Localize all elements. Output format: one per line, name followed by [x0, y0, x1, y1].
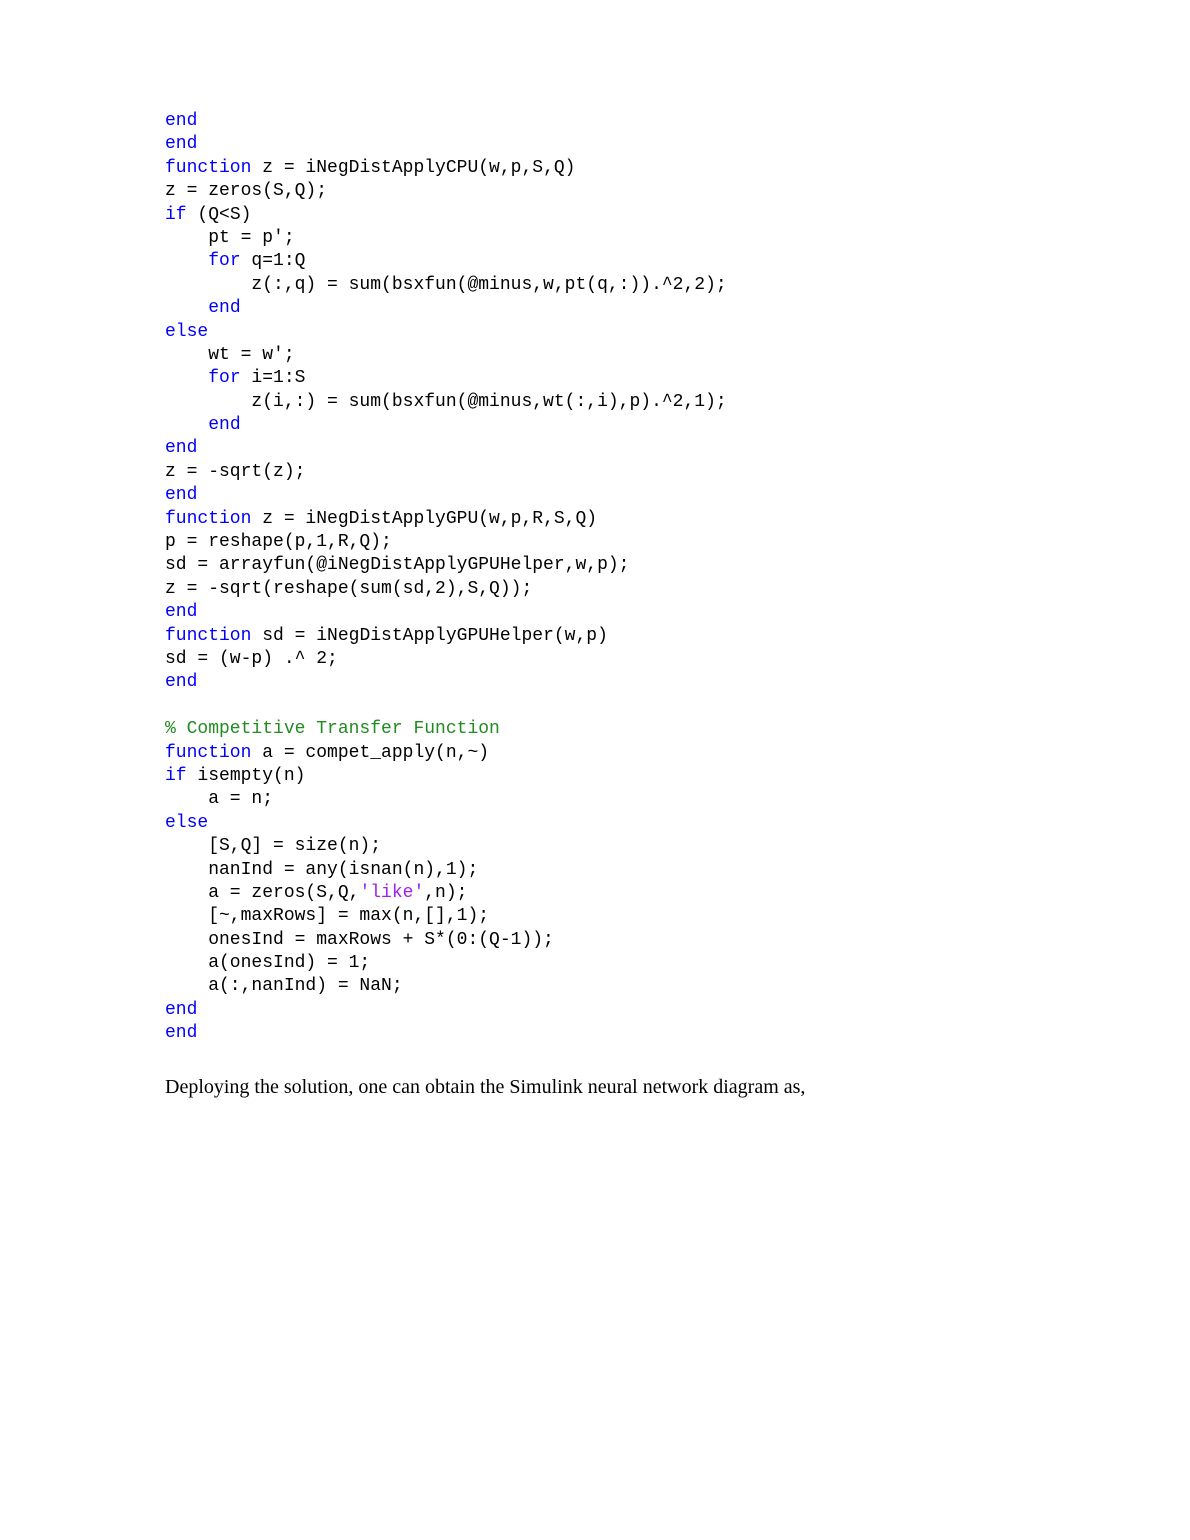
- code-line: end: [165, 999, 1025, 1022]
- code-line: % Competitive Transfer Function: [165, 718, 1025, 741]
- code-token: isempty(n): [187, 766, 306, 786]
- code-line: if (Q<S): [165, 204, 1025, 227]
- code-line: z(:,q) = sum(bsxfun(@minus,w,pt(q,:)).^2…: [165, 274, 1025, 297]
- keyword-token: if: [165, 766, 187, 786]
- code-token: a = n;: [165, 789, 273, 809]
- code-token: a = zeros(S,Q,: [165, 883, 359, 903]
- code-line: else: [165, 812, 1025, 835]
- code-token: i=1:S: [241, 368, 306, 388]
- string-token: 'like': [359, 883, 424, 903]
- keyword-token: function: [165, 743, 251, 763]
- code-token: q=1:Q: [241, 251, 306, 271]
- code-line: [S,Q] = size(n);: [165, 835, 1025, 858]
- keyword-token: end: [165, 485, 197, 505]
- code-token: z(i,:) = sum(bsxfun(@minus,wt(:,i),p).^2…: [165, 392, 727, 412]
- keyword-token: end: [165, 672, 197, 692]
- keyword-token: end: [165, 111, 197, 131]
- code-line: end: [165, 671, 1025, 694]
- code-line: function a = compet_apply(n,~): [165, 742, 1025, 765]
- keyword-token: function: [165, 509, 251, 529]
- code-token: wt = w';: [165, 345, 295, 365]
- code-token: nanInd = any(isnan(n),1);: [165, 860, 478, 880]
- code-line: p = reshape(p,1,R,Q);: [165, 531, 1025, 554]
- keyword-token: end: [165, 438, 197, 458]
- keyword-token: end: [165, 602, 197, 622]
- code-line: onesInd = maxRows + S*(0:(Q-1));: [165, 929, 1025, 952]
- code-line: z(i,:) = sum(bsxfun(@minus,wt(:,i),p).^2…: [165, 391, 1025, 414]
- keyword-token: if: [165, 205, 187, 225]
- code-token: onesInd = maxRows + S*(0:(Q-1));: [165, 930, 554, 950]
- code-line: [~,maxRows] = max(n,[],1);: [165, 905, 1025, 928]
- keyword-token: end: [165, 1023, 197, 1043]
- code-line: nanInd = any(isnan(n),1);: [165, 859, 1025, 882]
- code-block: endendfunction z = iNegDistApplyCPU(w,p,…: [165, 110, 1025, 1046]
- code-token: p = reshape(p,1,R,Q);: [165, 532, 392, 552]
- code-line: end: [165, 297, 1025, 320]
- code-token: (Q<S): [187, 205, 252, 225]
- code-token: z(:,q) = sum(bsxfun(@minus,w,pt(q,:)).^2…: [165, 275, 727, 295]
- code-token: z = iNegDistApplyCPU(w,p,S,Q): [251, 158, 575, 178]
- code-line: z = -sqrt(reshape(sum(sd,2),S,Q));: [165, 578, 1025, 601]
- code-token: [165, 298, 208, 318]
- code-line: end: [165, 110, 1025, 133]
- keyword-token: else: [165, 813, 208, 833]
- code-line: end: [165, 1022, 1025, 1045]
- code-line: end: [165, 437, 1025, 460]
- code-line: end: [165, 484, 1025, 507]
- code-line: for q=1:Q: [165, 250, 1025, 273]
- code-line: function z = iNegDistApplyGPU(w,p,R,S,Q): [165, 508, 1025, 531]
- code-token: z = -sqrt(reshape(sum(sd,2),S,Q));: [165, 579, 532, 599]
- comment-token: % Competitive Transfer Function: [165, 719, 500, 739]
- code-line: end: [165, 133, 1025, 156]
- code-line: [165, 695, 1025, 718]
- keyword-token: for: [208, 368, 240, 388]
- code-line: a = zeros(S,Q,'like',n);: [165, 882, 1025, 905]
- code-token: a(onesInd) = 1;: [165, 953, 370, 973]
- keyword-token: function: [165, 626, 251, 646]
- code-line: a(:,nanInd) = NaN;: [165, 975, 1025, 998]
- code-line: end: [165, 601, 1025, 624]
- keyword-token: else: [165, 322, 208, 342]
- code-token: z = -sqrt(z);: [165, 462, 305, 482]
- code-token: [165, 251, 208, 271]
- keyword-token: end: [165, 134, 197, 154]
- keyword-token: for: [208, 251, 240, 271]
- code-line: function sd = iNegDistApplyGPUHelper(w,p…: [165, 625, 1025, 648]
- code-line: function z = iNegDistApplyCPU(w,p,S,Q): [165, 157, 1025, 180]
- code-line: end: [165, 414, 1025, 437]
- keyword-token: end: [208, 415, 240, 435]
- code-token: a(:,nanInd) = NaN;: [165, 976, 403, 996]
- keyword-token: end: [165, 1000, 197, 1020]
- code-line: sd = arrayfun(@iNegDistApplyGPUHelper,w,…: [165, 554, 1025, 577]
- code-line: for i=1:S: [165, 367, 1025, 390]
- keyword-token: function: [165, 158, 251, 178]
- code-token: z = iNegDistApplyGPU(w,p,R,S,Q): [251, 509, 597, 529]
- code-token: sd = iNegDistApplyGPUHelper(w,p): [251, 626, 607, 646]
- code-token: [165, 368, 208, 388]
- code-token: a = compet_apply(n,~): [251, 743, 489, 763]
- code-token: ,n);: [424, 883, 467, 903]
- code-line: z = -sqrt(z);: [165, 461, 1025, 484]
- code-line: a = n;: [165, 788, 1025, 811]
- document-page: endendfunction z = iNegDistApplyCPU(w,p,…: [0, 0, 1190, 1540]
- code-line: sd = (w-p) .^ 2;: [165, 648, 1025, 671]
- code-token: [165, 415, 208, 435]
- code-line: z = zeros(S,Q);: [165, 180, 1025, 203]
- code-token: sd = (w-p) .^ 2;: [165, 649, 338, 669]
- code-line: pt = p';: [165, 227, 1025, 250]
- code-line: a(onesInd) = 1;: [165, 952, 1025, 975]
- code-line: else: [165, 321, 1025, 344]
- code-token: z = zeros(S,Q);: [165, 181, 327, 201]
- code-token: pt = p';: [165, 228, 295, 248]
- code-line: wt = w';: [165, 344, 1025, 367]
- code-token: [S,Q] = size(n);: [165, 836, 381, 856]
- code-line: if isempty(n): [165, 765, 1025, 788]
- body-text: Deploying the solution, one can obtain t…: [165, 1074, 1025, 1100]
- keyword-token: end: [208, 298, 240, 318]
- code-token: sd = arrayfun(@iNegDistApplyGPUHelper,w,…: [165, 555, 629, 575]
- code-token: [~,maxRows] = max(n,[],1);: [165, 906, 489, 926]
